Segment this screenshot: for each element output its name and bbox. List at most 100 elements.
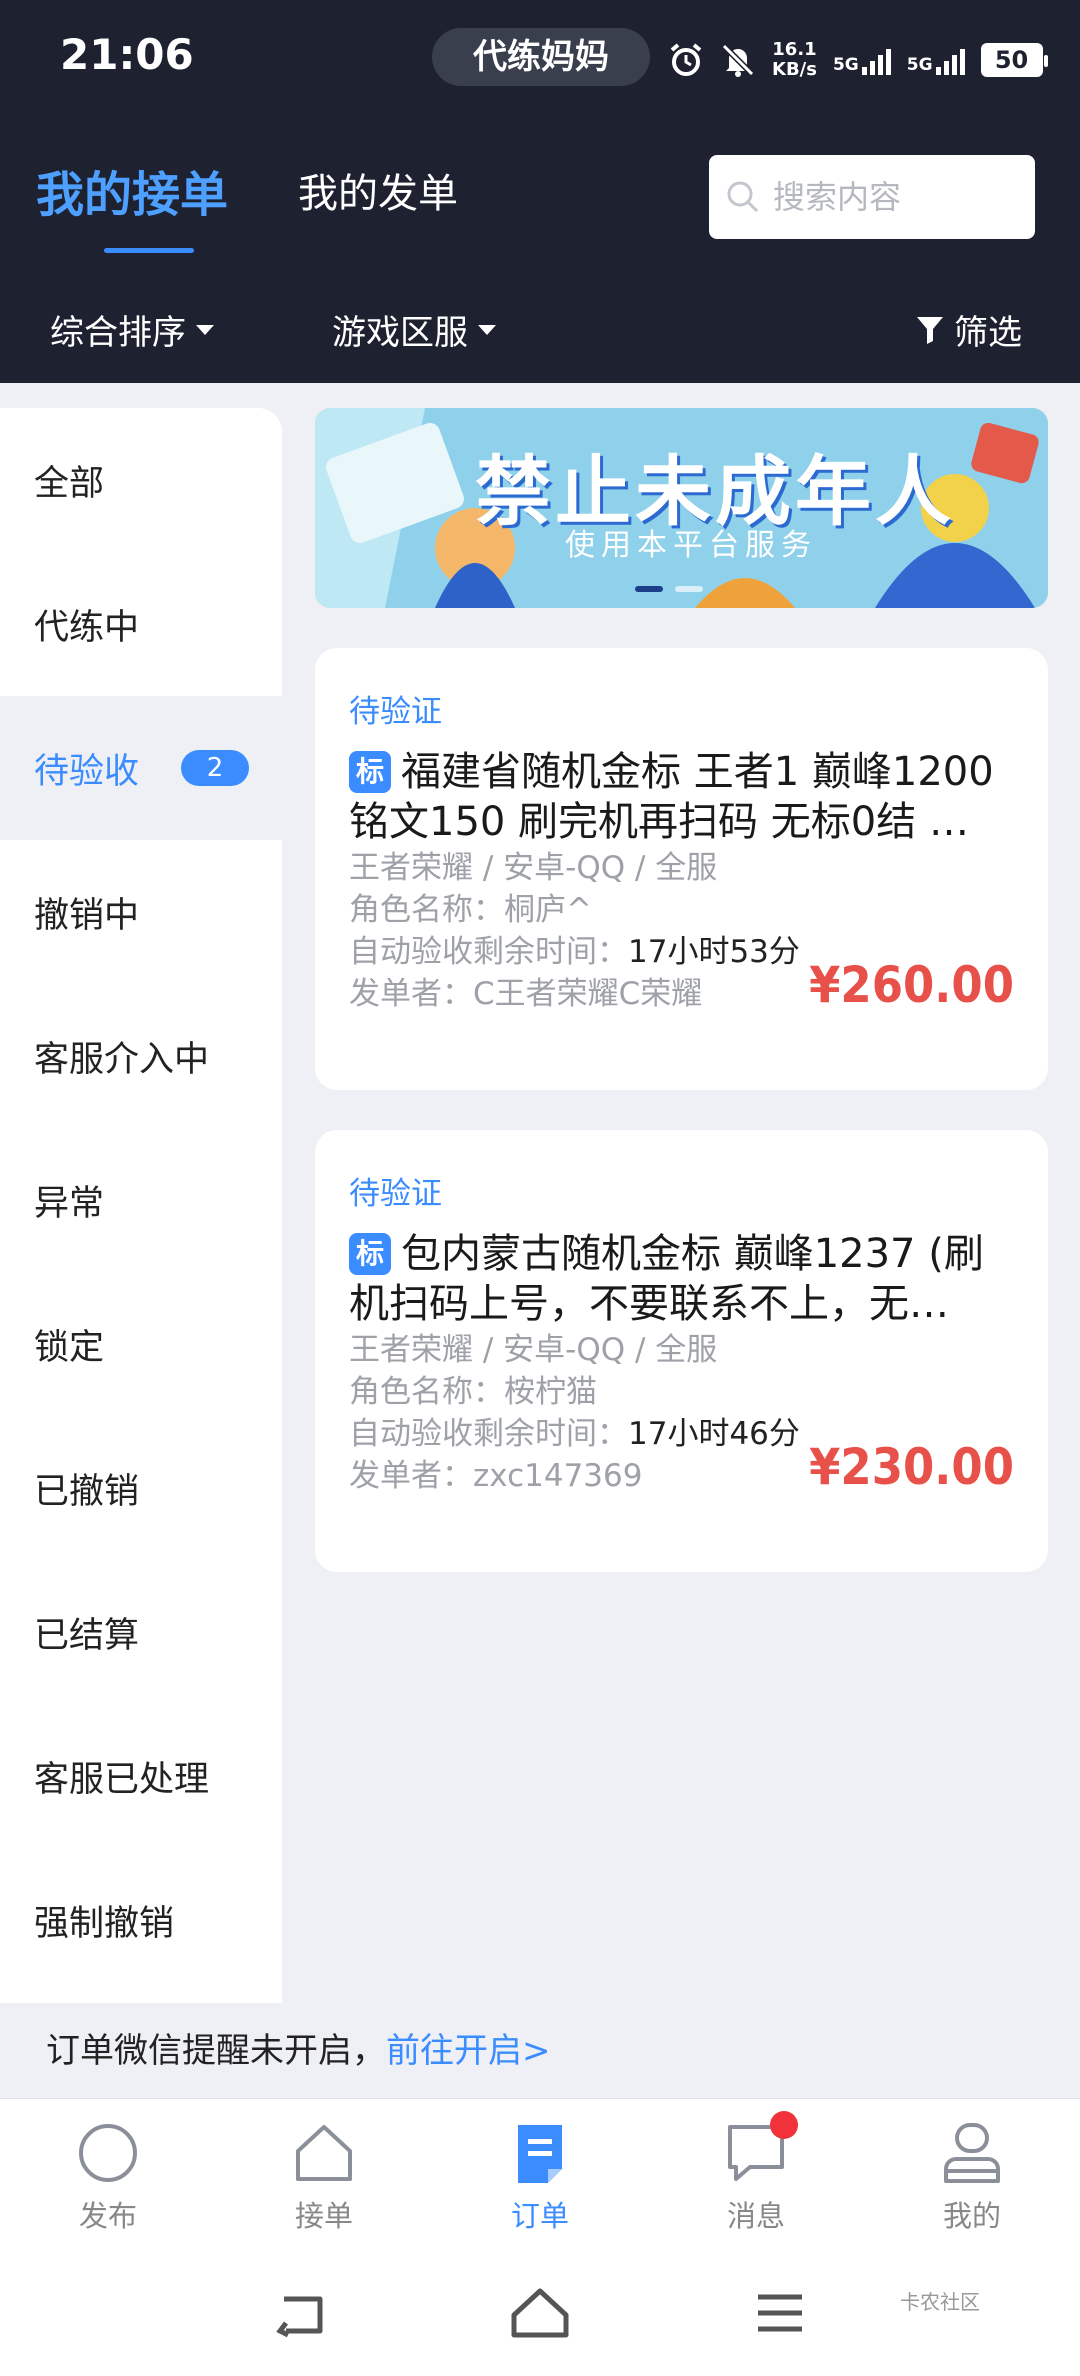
- back-icon[interactable]: [272, 2285, 328, 2341]
- caret-down-icon: [478, 324, 496, 335]
- signal-bars-icon: [861, 45, 891, 75]
- sidebar-item-label: 异常: [34, 1183, 105, 1224]
- region-label: 游戏区服: [332, 313, 468, 353]
- role-label: 角色名称：: [349, 892, 504, 928]
- search-box[interactable]: [709, 155, 1035, 239]
- publisher-label: 发单者：: [349, 1458, 473, 1494]
- enable-reminder-link[interactable]: 前往开启>: [386, 2031, 551, 2071]
- sidebar-item-all[interactable]: 全部: [0, 408, 282, 552]
- time-label: 自动验收剩余时间：: [349, 934, 628, 970]
- signal-sim2: 5G: [907, 45, 965, 75]
- nav-profile[interactable]: 我的: [864, 2099, 1080, 2249]
- sidebar-item-pending-acceptance[interactable]: 待验收 2: [0, 696, 282, 840]
- caret-down-icon: [196, 324, 214, 335]
- speed-value: 16.1: [772, 39, 817, 60]
- home-icon: [296, 2125, 352, 2181]
- nav-take-order[interactable]: 接单: [216, 2099, 432, 2249]
- sidebar-item-support-involved[interactable]: 客服介入中: [0, 984, 282, 1128]
- sidebar-item-forced-revoke[interactable]: 强制撤销: [0, 1848, 282, 1992]
- sidebar-item-label: 待验收: [34, 751, 140, 792]
- order-status: 待验证: [349, 1176, 442, 1212]
- page-dot: [635, 586, 663, 592]
- sidebar-item-abnormal[interactable]: 异常: [0, 1128, 282, 1272]
- sim1-label: 5G: [832, 55, 859, 75]
- funnel-icon: [917, 316, 943, 344]
- nav-orders[interactable]: 订单: [432, 2099, 648, 2249]
- order-role: 角色名称：桐庐^: [349, 889, 1014, 931]
- count-badge: 2: [181, 750, 250, 786]
- nav-label: 消息: [726, 2199, 785, 2233]
- order-price: ¥230.00: [809, 1438, 1014, 1496]
- role-value: 桐庐^: [504, 892, 592, 928]
- publisher-value: zxc147369: [473, 1458, 643, 1494]
- order-icon: [518, 2125, 562, 2183]
- order-role: 角色名称：桉柠猫: [349, 1371, 1014, 1413]
- sort-dropdown[interactable]: 综合排序: [50, 305, 214, 354]
- wechat-reminder-notice: 订单微信提醒未开启，前往开启>: [0, 2003, 1080, 2099]
- sidebar-item-label: 已结算: [34, 1615, 140, 1656]
- region-dropdown[interactable]: 游戏区服: [332, 305, 496, 354]
- status-bar: 21:06 代练妈妈 16.1 KB/s 5G 5G 50: [0, 0, 1080, 120]
- sidebar-item-locked[interactable]: 锁定: [0, 1272, 282, 1416]
- sidebar-item-in-progress[interactable]: 代练中: [0, 552, 282, 696]
- order-title-text: 福建省随机金标 王者1 巅峰1200 铭文150 刷完机再扫码 无标0结 …: [349, 749, 994, 845]
- notice-text: 订单微信提醒未开启，: [46, 2031, 386, 2071]
- order-game: 王者荣耀 / 安卓-QQ / 全服: [349, 850, 718, 886]
- nav-label: 发布: [78, 2199, 137, 2233]
- unread-dot: [770, 2111, 798, 2139]
- sidebar-item-revoking[interactable]: 撤销中: [0, 840, 282, 984]
- sidebar-item-label: 锁定: [34, 1327, 105, 1368]
- circle-icon: [79, 2124, 137, 2182]
- sim2-label: 5G: [906, 55, 933, 75]
- tab-my-received[interactable]: 我的接单: [36, 155, 228, 225]
- sidebar-item-label: 代练中: [34, 607, 140, 648]
- battery-icon: 50: [980, 43, 1048, 77]
- order-tabs: 我的接单 我的发单: [36, 150, 458, 230]
- sort-label: 综合排序: [50, 313, 186, 353]
- sidebar-item-support-handled[interactable]: 客服已处理: [0, 1704, 282, 1848]
- signal-sim1: 5G: [833, 45, 891, 75]
- role-label: 角色名称：: [349, 1374, 504, 1410]
- order-title: 标包内蒙古随机金标 巅峰1237 (刷机扫码上号，不要联系不上，无…: [349, 1229, 1014, 1329]
- home-button-icon[interactable]: [510, 2285, 570, 2341]
- banner-pagination: [635, 586, 703, 592]
- filter-label: 筛选: [954, 313, 1022, 353]
- page-dot: [675, 586, 703, 592]
- publisher-label: 发单者：: [349, 976, 473, 1012]
- tab-my-published[interactable]: 我的发单: [298, 161, 458, 219]
- order-title-text: 包内蒙古随机金标 巅峰1237 (刷机扫码上号，不要联系不上，无…: [349, 1231, 984, 1327]
- time-value: 17小时53分: [628, 934, 800, 970]
- order-card[interactable]: 待验证 标福建省随机金标 王者1 巅峰1200 铭文150 刷完机再扫码 无标0…: [315, 648, 1048, 1090]
- sidebar-item-label: 客服介入中: [34, 1039, 210, 1080]
- top-header: 21:06 代练妈妈 16.1 KB/s 5G 5G 50 我的接单 我的发单: [0, 0, 1080, 383]
- search-icon: [727, 181, 759, 213]
- sidebar-item-revoked[interactable]: 已撤销: [0, 1416, 282, 1560]
- signal-bars-icon: [935, 45, 965, 75]
- role-value: 桉柠猫: [504, 1374, 597, 1410]
- promo-banner[interactable]: 禁止未成年人 使用本平台服务: [315, 408, 1048, 608]
- nav-messages[interactable]: 消息: [648, 2099, 864, 2249]
- app-indicator-pill: 代练妈妈: [432, 28, 650, 86]
- active-tab-indicator: [104, 248, 194, 253]
- banner-subtitle: 使用本平台服务: [565, 528, 817, 563]
- watermark-logo: 卡农社区: [900, 2290, 980, 2314]
- nav-publish[interactable]: 发布: [0, 2099, 216, 2249]
- speed-unit: KB/s: [772, 59, 817, 80]
- status-icons: 16.1 KB/s 5G 5G 50: [668, 30, 1048, 90]
- order-price: ¥260.00: [809, 956, 1014, 1014]
- menu-icon[interactable]: [752, 2285, 808, 2341]
- sidebar-item-settled[interactable]: 已结算: [0, 1560, 282, 1704]
- order-game: 王者荣耀 / 安卓-QQ / 全服: [349, 1332, 718, 1368]
- sidebar-item-label: 已撤销: [34, 1471, 140, 1512]
- publisher-value: C王者荣耀C荣耀: [473, 976, 703, 1012]
- nav-label: 订单: [510, 2199, 569, 2233]
- order-card[interactable]: 待验证 标包内蒙古随机金标 巅峰1237 (刷机扫码上号，不要联系不上，无… 王…: [315, 1130, 1048, 1572]
- clock: 21:06: [60, 30, 194, 79]
- bottom-nav: 发布 接单 订单 消息 我的: [0, 2099, 1080, 2249]
- gold-tag-icon: 标: [349, 751, 391, 793]
- sidebar-item-label: 全部: [34, 463, 105, 504]
- search-input[interactable]: [773, 178, 1013, 216]
- alarm-icon: [670, 43, 702, 76]
- filter-button[interactable]: 筛选: [916, 305, 1022, 354]
- time-value: 17小时46分: [628, 1416, 800, 1452]
